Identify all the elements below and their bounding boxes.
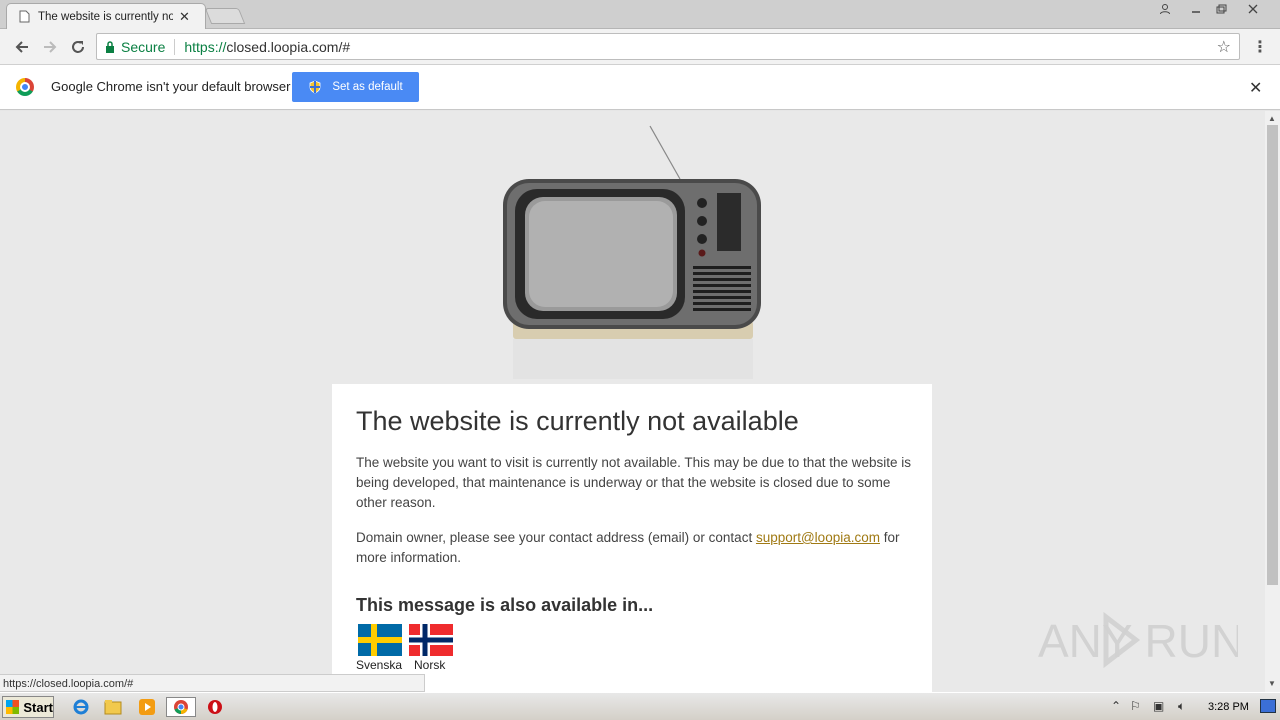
tab-title: The website is currently not available — [38, 10, 173, 23]
start-button[interactable]: Start — [2, 696, 54, 718]
set-as-default-button[interactable]: Set as default — [292, 72, 419, 102]
uac-shield-icon — [309, 80, 321, 94]
page-title: The website is currently not available — [356, 406, 799, 436]
url-scheme: https:// — [184, 38, 227, 55]
tv-illustration — [503, 125, 761, 379]
scrollbar-thumb[interactable] — [1267, 125, 1278, 585]
show-desktop-icon[interactable] — [1260, 699, 1276, 713]
reload-icon — [72, 41, 84, 53]
opera-icon[interactable] — [204, 697, 226, 717]
divider — [174, 38, 176, 55]
norwegian-flag-icon[interactable] — [409, 624, 453, 656]
explanation-paragraph: The website you want to visit is current… — [356, 455, 912, 510]
menu-dots-icon[interactable]: ⋮ — [1252, 37, 1268, 57]
minimize-icon[interactable] — [1183, 0, 1209, 18]
chrome-taskbar-button[interactable] — [166, 697, 196, 717]
contact-paragraph: Domain owner, please see your contact ad… — [356, 528, 916, 568]
bookmark-star-icon[interactable]: ☆ — [1217, 37, 1231, 57]
toolbar: Secure https:// closed.loopia.com/# ☆ ⋮ — [0, 29, 1280, 65]
tab-active[interactable]: The website is currently not available ✕ — [6, 3, 206, 29]
action-center-flag-icon[interactable]: ⚐ — [1130, 699, 1141, 713]
clock[interactable]: 3:28 PM — [1208, 701, 1249, 713]
url-text: closed.loopia.com/# — [226, 38, 351, 55]
vertical-scrollbar[interactable]: ▲ ▼ — [1265, 111, 1280, 692]
support-email-link[interactable]: support@loopia.com — [756, 530, 880, 545]
close-window-icon[interactable] — [1240, 0, 1266, 18]
languages-heading: This message is also available in... — [356, 595, 654, 615]
arrow-left-icon — [15, 41, 28, 53]
network-icon[interactable]: ▣ — [1153, 699, 1164, 713]
chrome-icon — [174, 700, 188, 714]
internet-explorer-icon[interactable] — [70, 697, 92, 717]
tab-strip: The website is currently not available ✕ — [0, 0, 1280, 29]
content-card: The website is currently not available T… — [332, 384, 932, 692]
media-player-icon[interactable] — [136, 697, 158, 717]
tab-close-icon[interactable]: ✕ — [179, 9, 190, 25]
set-as-default-label: Set as default — [332, 81, 403, 93]
restore-icon[interactable] — [1208, 0, 1234, 18]
language-link-svenska[interactable]: Svenska — [356, 658, 402, 672]
tray-expand-icon[interactable]: ⌃ — [1111, 699, 1121, 713]
back-button[interactable] — [10, 35, 34, 59]
infobar-message: Google Chrome isn't your default browser — [51, 79, 291, 94]
status-bubble: https://closed.loopia.com/# — [0, 674, 425, 692]
language-link-norsk[interactable]: Norsk — [414, 658, 445, 672]
scroll-up-icon[interactable]: ▲ — [1268, 114, 1276, 123]
lock-icon — [106, 40, 114, 53]
anyrun-watermark: ANY RUN — [1038, 611, 1238, 669]
default-browser-infobar: Google Chrome isn't your default browser… — [0, 65, 1280, 110]
page-icon — [19, 10, 30, 23]
taskbar: Start ⌃ ⚐ ▣ 🔈︎ 3:28 PM — [0, 692, 1280, 720]
file-explorer-icon[interactable] — [102, 697, 124, 717]
windows-logo-icon — [6, 700, 20, 714]
arrow-right-icon — [44, 41, 57, 53]
scroll-down-icon[interactable]: ▼ — [1268, 679, 1276, 688]
volume-icon[interactable]: 🔈︎ — [1178, 699, 1185, 714]
forward-button[interactable] — [38, 35, 62, 59]
new-tab-button[interactable] — [204, 8, 246, 24]
chrome-logo-icon — [16, 78, 34, 96]
swedish-flag-icon[interactable] — [358, 624, 402, 656]
infobar-close-icon[interactable]: ✕ — [1249, 78, 1262, 98]
secure-label: Secure — [121, 38, 166, 55]
contact-text-prefix: Domain owner, please see your contact ad… — [356, 530, 756, 545]
reload-button[interactable] — [66, 35, 90, 59]
address-bar[interactable]: Secure https:// closed.loopia.com/# ☆ — [96, 33, 1240, 60]
start-label: Start — [23, 699, 53, 715]
profile-icon[interactable] — [1152, 0, 1178, 18]
